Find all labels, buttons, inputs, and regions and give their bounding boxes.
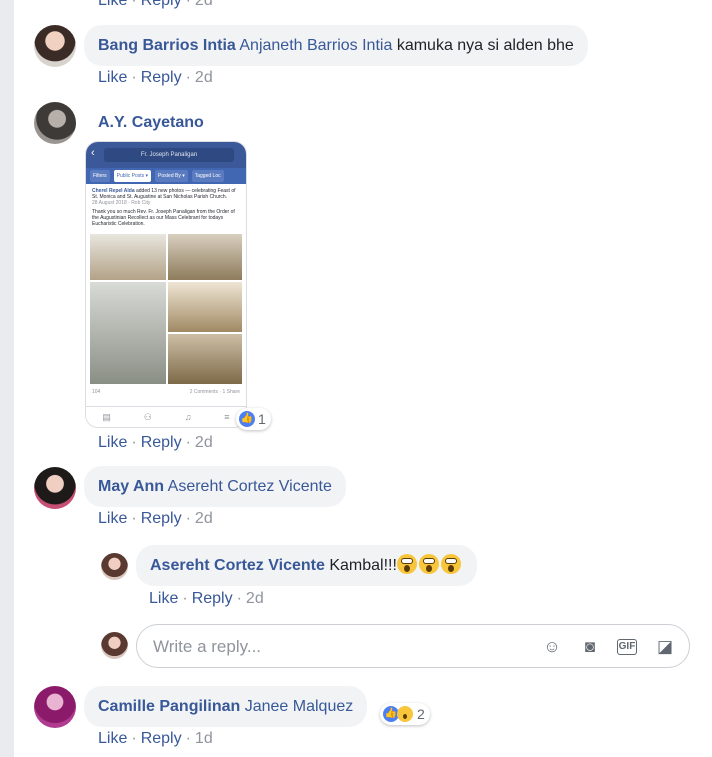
- commenter-name[interactable]: Asereht Cortez Vicente: [150, 557, 325, 574]
- attached-screenshot[interactable]: ‹ Fr. Joseph Panaligan Filters Public Po…: [86, 142, 246, 427]
- like-link[interactable]: Like: [98, 0, 127, 9]
- avatar[interactable]: [34, 686, 76, 728]
- commenter-name[interactable]: May Ann: [98, 478, 164, 495]
- sticker-icon[interactable]: ◪: [654, 636, 676, 658]
- shot-likes: 104: [92, 389, 101, 395]
- comment-bubble: Camille Pangilinan Janee Malquez: [84, 686, 368, 727]
- scream-emoji-icon: [440, 553, 461, 574]
- like-link[interactable]: Like: [98, 434, 127, 451]
- shot-filter-chip: Posted By ▾: [155, 170, 188, 182]
- avatar[interactable]: [101, 553, 128, 580]
- reply-link[interactable]: Reply: [141, 0, 182, 9]
- like-reaction-icon: 👍: [239, 411, 255, 427]
- reply-box: ☺ ◙ GIF ◪: [136, 624, 690, 668]
- comment-bubble: May Ann Asereht Cortez Vicente: [84, 466, 346, 507]
- reply-link[interactable]: Reply: [141, 69, 182, 86]
- shot-photo: [168, 334, 242, 384]
- groups-icon: ⚇: [143, 411, 152, 422]
- comment-actions: Like · Reply · 2d: [149, 590, 264, 607]
- like-link[interactable]: Like: [149, 590, 178, 607]
- shot-tab-bar: ▤ ⚇ ♫ ≡: [86, 406, 246, 427]
- comment-time[interactable]: 2d: [246, 590, 264, 607]
- notifications-icon: ♫: [184, 412, 192, 422]
- reply-link[interactable]: Reply: [192, 590, 233, 607]
- like-link[interactable]: Like: [98, 730, 127, 747]
- tagged-user[interactable]: Janee Malquez: [245, 698, 354, 715]
- menu-icon: ≡: [224, 412, 230, 422]
- comment-actions: Like · Reply · 2d: [98, 434, 213, 451]
- comment-time[interactable]: 2d: [195, 0, 213, 9]
- scream-emoji-icon: [418, 553, 439, 574]
- like-link[interactable]: Like: [98, 69, 127, 86]
- comment-time[interactable]: 2d: [195, 69, 213, 86]
- shot-filter-chip: Public Posts ▾: [113, 170, 152, 182]
- reply-link[interactable]: Reply: [141, 730, 182, 747]
- commenter-name[interactable]: Camille Pangilinan: [98, 698, 240, 715]
- avatar[interactable]: [34, 102, 76, 144]
- comment-text: kamuka nya si alden bhe: [396, 37, 574, 54]
- shot-filters: Filters Public Posts ▾ Posted By ▾ Tagge…: [86, 168, 246, 184]
- shot-post: Cherel Repel Alda added 13 new photos — …: [86, 184, 246, 231]
- avatar[interactable]: [34, 467, 76, 509]
- comment-time[interactable]: 1d: [195, 730, 213, 747]
- emoji-icon[interactable]: ☺: [541, 636, 563, 658]
- comment-actions: Like · Reply · 1d: [98, 730, 213, 747]
- comment-text: Kambal!!!: [329, 557, 397, 574]
- shot-date: 28 August 2018 · Rob City: [92, 200, 151, 206]
- shot-filter-chip: Filters: [90, 170, 110, 182]
- shot-comments-shares: 2 Comments · 1 Share: [189, 389, 240, 395]
- avatar[interactable]: [34, 25, 76, 67]
- like-link[interactable]: Like: [98, 510, 127, 527]
- scream-emoji-icon: [396, 553, 417, 574]
- comment-bubble: Bang Barrios Intia Anjaneth Barrios Inti…: [84, 25, 588, 66]
- news-feed-icon: ▤: [102, 411, 111, 422]
- reaction-number: 2: [417, 706, 425, 722]
- shot-filter-chip: Tagged Loc: [191, 170, 224, 182]
- back-icon: ‹: [91, 147, 95, 159]
- gif-icon[interactable]: GIF: [617, 639, 637, 655]
- reaction-number: 1: [258, 411, 266, 427]
- shot-header: ‹ Fr. Joseph Panaligan: [86, 142, 246, 168]
- comment-bubble: Asereht Cortez Vicente Kambal!!!: [136, 545, 477, 586]
- shot-photo: [90, 282, 166, 384]
- wow-reaction-icon: [397, 706, 413, 722]
- reaction-count[interactable]: 👍 2: [380, 703, 430, 725]
- shot-photo: [168, 282, 242, 332]
- commenter-name[interactable]: Bang Barrios Intia: [98, 37, 236, 54]
- camera-icon[interactable]: ◙: [579, 636, 601, 658]
- comment-actions: Like · Reply · 2d: [98, 510, 213, 527]
- shot-photo-grid: [90, 234, 242, 384]
- my-avatar: [101, 632, 128, 659]
- reply-link[interactable]: Reply: [141, 510, 182, 527]
- comment-time[interactable]: 2d: [195, 434, 213, 451]
- shot-photo: [90, 234, 166, 280]
- left-gutter: [0, 0, 14, 757]
- shot-photo: [168, 234, 242, 280]
- tagged-user[interactable]: Asereht Cortez Vicente: [168, 478, 332, 495]
- reply-link[interactable]: Reply: [141, 434, 182, 451]
- shot-search-text: Fr. Joseph Panaligan: [104, 148, 234, 162]
- tagged-user[interactable]: Anjaneth Barrios Intia: [239, 37, 392, 54]
- commenter-name[interactable]: A.Y. Cayetano: [98, 114, 204, 132]
- shot-body: Thank you so much Rev. Fr. Joseph Panali…: [92, 209, 235, 227]
- reaction-count[interactable]: 👍 1: [236, 408, 271, 430]
- comment-time[interactable]: 2d: [195, 510, 213, 527]
- shot-meta: 104 2 Comments · 1 Share: [86, 387, 246, 397]
- comment-actions-partial: Like · Reply · 2d: [98, 0, 213, 10]
- comment-actions: Like · Reply · 2d: [98, 69, 213, 86]
- reply-input[interactable]: [151, 634, 515, 660]
